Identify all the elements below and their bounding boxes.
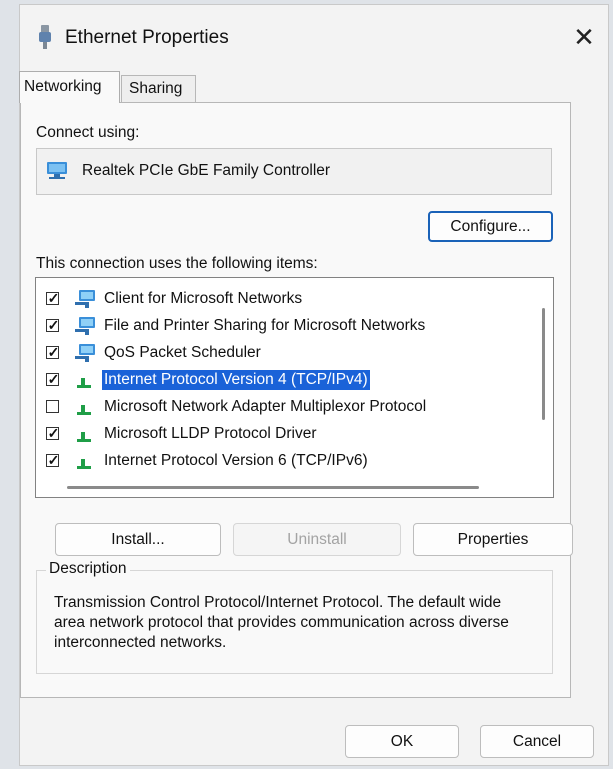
checkmark-icon: ✓ — [47, 290, 60, 306]
connect-using-label: Connect using: — [36, 124, 140, 141]
protocol-icon — [77, 405, 91, 415]
description-legend: Description — [46, 560, 130, 578]
list-item[interactable]: ✓ QoS Packet Scheduler — [36, 341, 553, 366]
checkbox[interactable] — [46, 400, 59, 413]
item-label: Client for Microsoft Networks — [104, 290, 303, 307]
tab-networking[interactable]: Networking — [19, 71, 120, 103]
description-text: Transmission Control Protocol/Internet P… — [54, 594, 509, 651]
network-adapter-icon — [47, 162, 67, 179]
checkmark-icon: ✓ — [47, 317, 60, 333]
list-item[interactable]: ✓ Microsoft LLDP Protocol Driver — [36, 422, 553, 447]
checkbox[interactable]: ✓ — [46, 344, 59, 360]
items-label: This connection uses the following items… — [36, 255, 318, 272]
ok-button[interactable]: OK — [345, 725, 459, 758]
checkmark-icon: ✓ — [47, 425, 60, 441]
horizontal-scrollbar[interactable] — [67, 486, 479, 489]
adapter-field: Realtek PCIe GbE Family Controller — [36, 148, 552, 195]
checkbox[interactable]: ✓ — [46, 452, 59, 468]
list-item[interactable]: ✓ Internet Protocol Version 6 (TCP/IPv6) — [36, 449, 553, 474]
items-list[interactable]: ✓ Client for Microsoft Networks ✓ File a… — [35, 277, 554, 498]
title-bar[interactable]: Ethernet Properties ✕ — [20, 5, 608, 67]
item-label: QoS Packet Scheduler — [104, 344, 261, 361]
item-label: Microsoft LLDP Protocol Driver — [104, 425, 317, 442]
window-title: Ethernet Properties — [65, 27, 229, 48]
cancel-button[interactable]: Cancel — [480, 725, 594, 758]
item-label: File and Printer Sharing for Microsoft N… — [104, 317, 426, 334]
list-item[interactable]: ✓ Client for Microsoft Networks — [36, 287, 553, 312]
install-button[interactable]: Install... — [55, 523, 221, 556]
list-item[interactable]: Microsoft Network Adapter Multiplexor Pr… — [36, 395, 553, 420]
protocol-icon — [77, 459, 91, 469]
checkbox[interactable]: ✓ — [46, 371, 59, 387]
list-item-selected[interactable]: ✓ Internet Protocol Version 4 (TCP/IPv4) — [36, 368, 553, 393]
network-client-icon — [75, 290, 95, 308]
item-label: Microsoft Network Adapter Multiplexor Pr… — [104, 398, 427, 415]
properties-button[interactable]: Properties — [413, 523, 573, 556]
network-service-icon — [75, 344, 95, 362]
close-button[interactable]: ✕ — [560, 13, 608, 61]
ethernet-plug-icon — [39, 25, 51, 49]
checkbox[interactable]: ✓ — [46, 317, 59, 333]
uninstall-button[interactable]: Uninstall — [233, 523, 401, 556]
configure-button[interactable]: Configure... — [428, 211, 553, 242]
item-label: Internet Protocol Version 4 (TCP/IPv4) — [102, 370, 370, 390]
network-service-icon — [75, 317, 95, 335]
checkmark-icon: ✓ — [47, 371, 60, 387]
tab-sharing[interactable]: Sharing — [121, 75, 196, 102]
checkmark-icon: ✓ — [47, 344, 60, 360]
checkmark-icon: ✓ — [47, 452, 60, 468]
checkbox[interactable]: ✓ — [46, 425, 59, 441]
checkbox[interactable]: ✓ — [46, 290, 59, 306]
item-label: Internet Protocol Version 6 (TCP/IPv6) — [104, 452, 368, 469]
list-item[interactable]: ✓ File and Printer Sharing for Microsoft… — [36, 314, 553, 339]
protocol-icon — [77, 432, 91, 442]
protocol-icon — [77, 378, 91, 388]
close-icon: ✕ — [573, 22, 595, 52]
adapter-name: Realtek PCIe GbE Family Controller — [82, 162, 331, 179]
vertical-scrollbar[interactable] — [542, 308, 545, 420]
